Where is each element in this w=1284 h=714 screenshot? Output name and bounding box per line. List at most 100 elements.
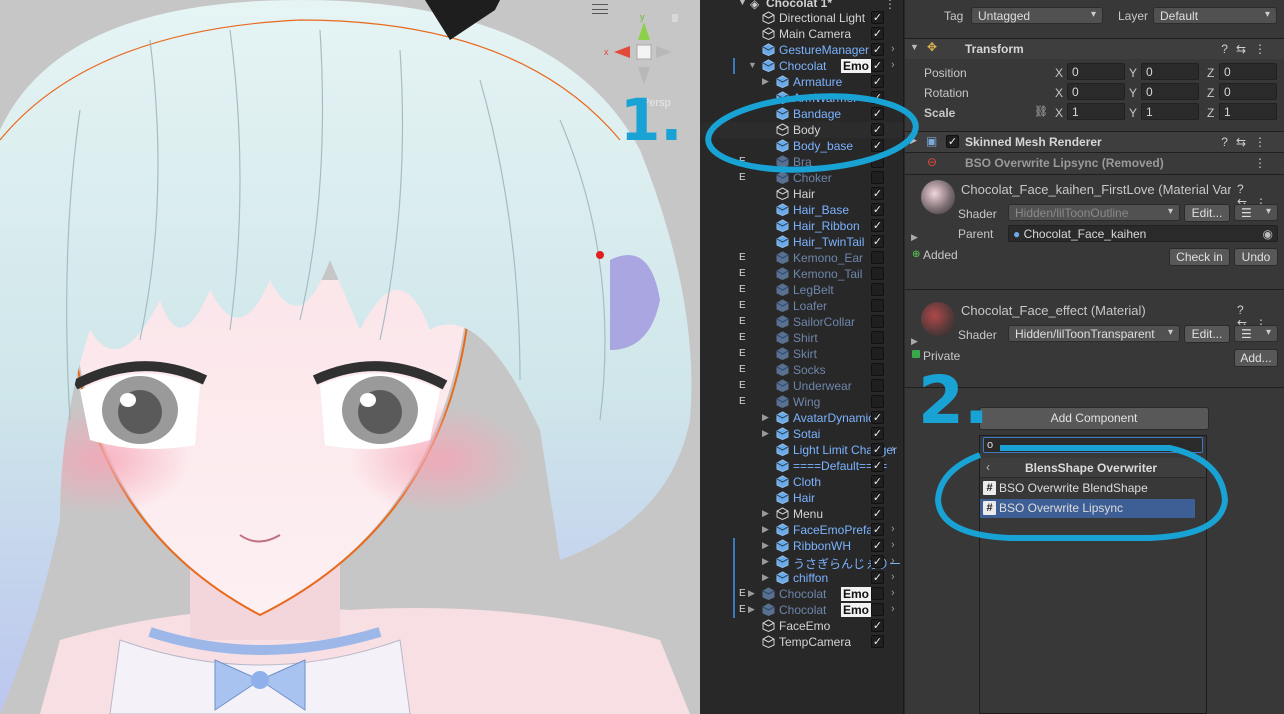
active-checkbox[interactable]: ✓ — [871, 587, 884, 600]
chevron-right-icon[interactable]: ▶ — [911, 336, 918, 347]
chevron-right-icon[interactable]: › — [891, 571, 895, 583]
hierarchy-row[interactable]: ▶ Menu ✓ — [700, 506, 903, 522]
hierarchy-row[interactable]: Body ✓ — [700, 122, 903, 138]
chevron-right-icon[interactable]: ▶ — [762, 524, 769, 535]
hierarchy-row[interactable]: E Kemono_Tail ✓ — [700, 266, 903, 282]
chevron-right-icon[interactable]: › — [891, 603, 895, 615]
chevron-right-icon[interactable]: › — [891, 43, 895, 55]
add-component-button[interactable]: Add Component — [979, 407, 1209, 430]
hierarchy-row[interactable]: Body_base ✓ — [700, 138, 903, 154]
chevron-right-icon[interactable]: ▶ — [910, 135, 917, 146]
component-option[interactable]: # BSO Overwrite BlendShape — [980, 479, 1195, 498]
active-checkbox[interactable]: ✓ — [871, 139, 884, 152]
active-checkbox[interactable]: ✓ — [871, 363, 884, 376]
hierarchy-row[interactable]: GestureManager ✓ › — [700, 42, 903, 58]
position-y-field[interactable]: 0 — [1141, 63, 1199, 80]
chevron-right-icon[interactable]: ▶ — [762, 412, 769, 423]
bso-removed-header[interactable]: ⊖ BSO Overwrite Lipsync (Removed) ⋮ — [905, 152, 1284, 173]
hierarchy-row[interactable]: E Kemono_Ear ✓ — [700, 250, 903, 266]
rotation-z-field[interactable]: 0 — [1219, 83, 1277, 100]
chevron-right-icon[interactable]: ▶ — [748, 604, 755, 615]
active-checkbox[interactable]: ✓ — [871, 91, 884, 104]
hierarchy-row[interactable]: Hair_TwinTail ✓ — [700, 234, 903, 250]
active-checkbox[interactable]: ✓ — [871, 571, 884, 584]
active-checkbox[interactable]: ✓ — [871, 283, 884, 296]
active-checkbox[interactable]: ✓ — [871, 203, 884, 216]
hierarchy-row[interactable]: E SailorCollar ✓ — [700, 314, 903, 330]
active-checkbox[interactable]: ✓ — [871, 251, 884, 264]
hierarchy-row[interactable]: ====Default==== ✓ — [700, 458, 903, 474]
hierarchy-row[interactable]: ▶ うさぎらんじぇりー ✓ › — [700, 554, 903, 571]
hierarchy-row[interactable]: Hair ✓ — [700, 490, 903, 506]
component-enabled-checkbox[interactable]: ✓ — [946, 135, 959, 148]
component-header-icons[interactable]: ?⇆⋮ — [1221, 42, 1274, 56]
material-thumbnail[interactable] — [921, 302, 955, 336]
active-checkbox[interactable]: ✓ — [871, 171, 884, 184]
hierarchy-row[interactable]: ArmWarmer ✓ — [700, 90, 903, 106]
active-checkbox[interactable]: ✓ — [871, 635, 884, 648]
hierarchy-row[interactable]: ▶ RibbonWH ✓ › — [700, 538, 903, 554]
scale-x-field[interactable]: 1 — [1067, 103, 1125, 120]
check-in-button[interactable]: Check in — [1169, 248, 1230, 266]
active-checkbox[interactable]: ✓ — [871, 603, 884, 616]
active-checkbox[interactable]: ✓ — [871, 475, 884, 488]
hierarchy-row[interactable]: E Choker ✓ — [700, 170, 903, 186]
active-checkbox[interactable]: ✓ — [871, 315, 884, 328]
hierarchy-row[interactable]: Main Camera ✓ — [700, 26, 903, 42]
chevron-right-icon[interactable]: ▶ — [762, 508, 769, 519]
active-checkbox[interactable]: ✓ — [871, 459, 884, 472]
material-options-dropdown[interactable]: ☰ — [1234, 204, 1278, 221]
undo-button[interactable]: Undo — [1234, 248, 1278, 266]
active-checkbox[interactable]: ✓ — [871, 507, 884, 520]
active-checkbox[interactable]: ✓ — [871, 427, 884, 440]
chevron-right-icon[interactable]: › — [891, 539, 895, 551]
active-checkbox[interactable]: ✓ — [871, 123, 884, 136]
hierarchy-row[interactable]: Cloth ✓ — [700, 474, 903, 490]
hierarchy-row[interactable]: E Skirt ✓ — [700, 346, 903, 362]
rotation-x-field[interactable]: 0 — [1067, 83, 1125, 100]
chevron-down-icon[interactable]: ▼ — [748, 60, 757, 70]
hierarchy-row[interactable]: Light Limit Changer ✓ › — [700, 442, 903, 458]
hierarchy-row[interactable]: ▶ FaceEmoPrefab ✓ › — [700, 522, 903, 538]
active-checkbox[interactable]: ✓ — [871, 235, 884, 248]
component-header-icons[interactable]: ?⇆⋮ — [1221, 135, 1274, 149]
hierarchy-row[interactable]: ▶ Sotai ✓ — [700, 426, 903, 442]
chevron-right-icon[interactable]: ▶ — [911, 232, 918, 243]
active-checkbox[interactable]: ✓ — [871, 267, 884, 280]
hierarchy-row[interactable]: Bandage ✓ — [700, 106, 903, 122]
hierarchy-row[interactable]: E Loafer ✓ — [700, 298, 903, 314]
active-checkbox[interactable]: ✓ — [871, 411, 884, 424]
active-checkbox[interactable]: ✓ — [871, 43, 884, 56]
chevron-right-icon[interactable]: ▶ — [762, 540, 769, 551]
chevron-right-icon[interactable]: › — [891, 587, 895, 599]
hierarchy-row[interactable]: FaceEmo ✓ — [700, 618, 903, 634]
active-checkbox[interactable]: ✓ — [871, 27, 884, 40]
hierarchy-row[interactable]: ▼ Chocolat Emo ✓ › — [700, 58, 903, 74]
layer-dropdown[interactable]: Default — [1153, 7, 1277, 24]
edit-shader-button[interactable]: Edit... — [1184, 204, 1230, 222]
active-checkbox[interactable]: ✓ — [871, 523, 884, 536]
active-checkbox[interactable]: ✓ — [871, 539, 884, 552]
position-x-field[interactable]: 0 — [1067, 63, 1125, 80]
hierarchy-row[interactable]: ▶ AvatarDynamics ✓ — [700, 410, 903, 426]
chevron-right-icon[interactable]: › — [891, 523, 895, 535]
hierarchy-row[interactable]: E▶ Chocolat Emo✓ › — [700, 602, 903, 618]
transform-header[interactable]: ▼ ✥ Transform ?⇆⋮ — [905, 38, 1284, 59]
hierarchy-row[interactable]: E LegBelt ✓ — [700, 282, 903, 298]
hierarchy-row[interactable]: E Underwear ✓ — [700, 378, 903, 394]
chevron-right-icon[interactable]: › — [891, 59, 895, 71]
tag-dropdown[interactable]: Untagged — [971, 7, 1103, 24]
chevron-right-icon[interactable]: ▶ — [762, 572, 769, 583]
chevron-down-icon[interactable]: ▼ — [910, 42, 919, 52]
shader-dropdown[interactable]: Hidden/lilToonTransparent — [1008, 325, 1180, 342]
hierarchy-row[interactable]: E Bra ✓ — [700, 154, 903, 170]
add-button[interactable]: Add... — [1234, 349, 1278, 367]
hierarchy-row[interactable]: Directional Light ✓ — [700, 10, 903, 26]
active-checkbox[interactable]: ✓ — [871, 11, 884, 24]
active-checkbox[interactable]: ✓ — [871, 155, 884, 168]
component-option[interactable]: # BSO Overwrite Lipsync — [980, 499, 1195, 518]
edit-shader-button[interactable]: Edit... — [1184, 325, 1230, 343]
active-checkbox[interactable]: ✓ — [871, 107, 884, 120]
active-checkbox[interactable]: ✓ — [871, 331, 884, 344]
parent-field[interactable]: ● Chocolat_Face_kaihen ◉ — [1008, 225, 1278, 242]
